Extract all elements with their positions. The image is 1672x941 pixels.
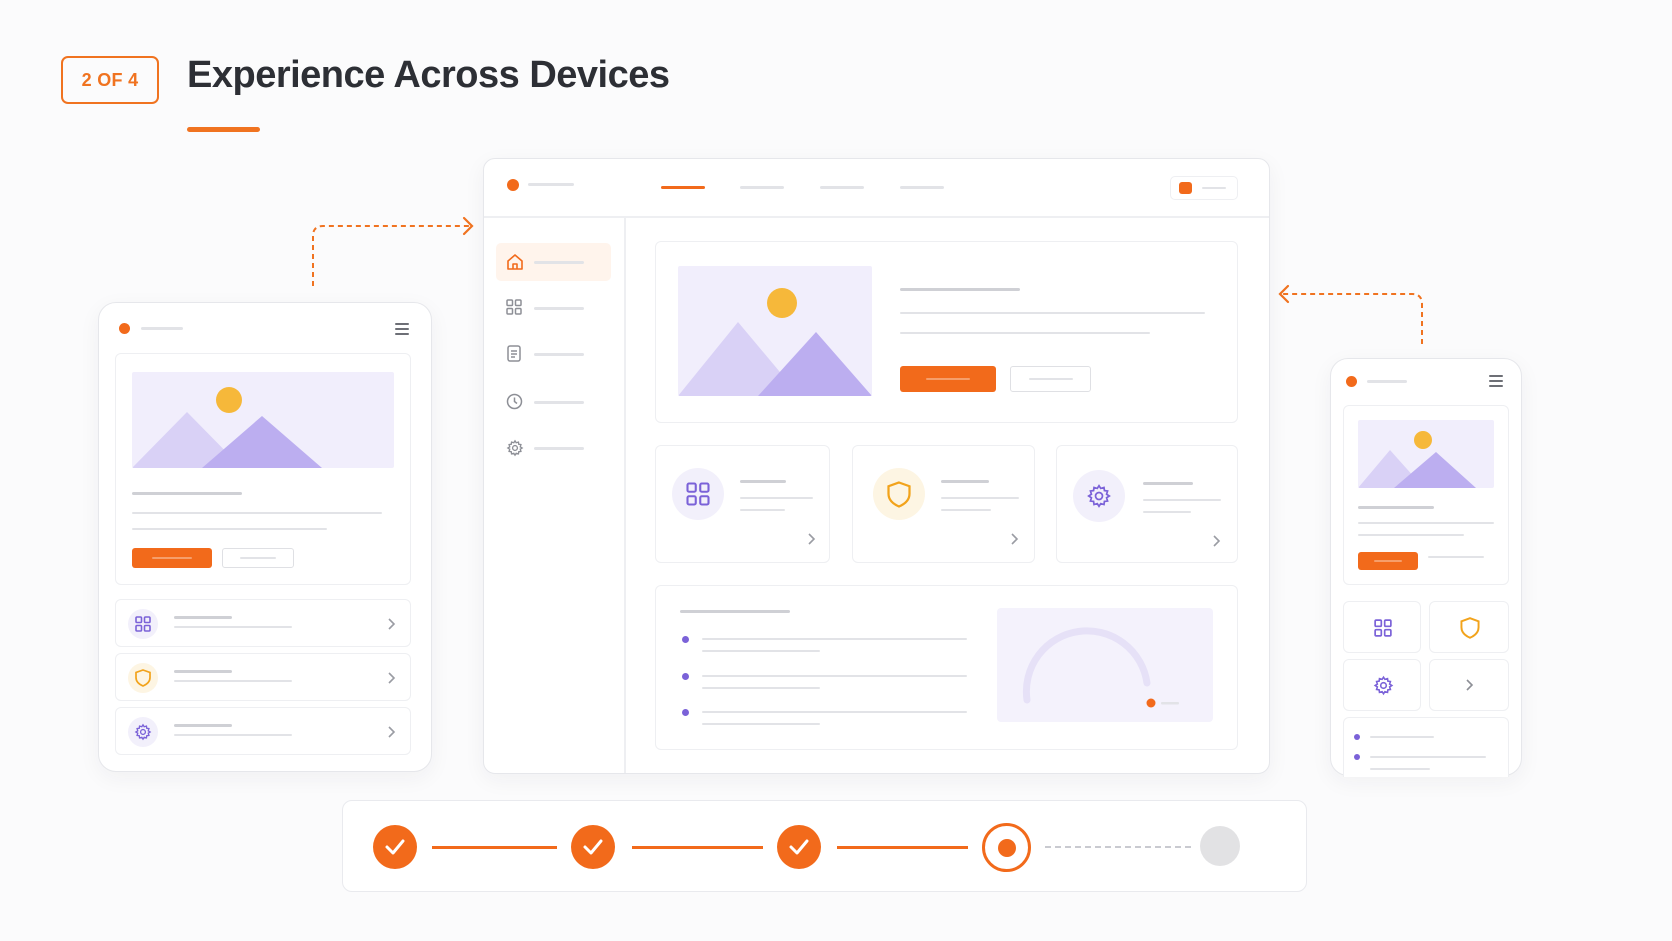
nav-tab[interactable] bbox=[820, 186, 864, 189]
step-5-upcoming[interactable] bbox=[1200, 826, 1240, 866]
arrow-right-icon bbox=[462, 216, 474, 236]
feature-card[interactable] bbox=[655, 445, 830, 563]
grid-icon bbox=[686, 482, 710, 506]
list-item[interactable] bbox=[115, 707, 411, 755]
chevron-right-icon bbox=[1466, 679, 1474, 691]
phone-tile[interactable] bbox=[1343, 601, 1421, 653]
nav-tab[interactable] bbox=[900, 186, 944, 189]
progress-stepper bbox=[342, 800, 1307, 892]
title-underline bbox=[187, 127, 260, 132]
tablet-secondary-button[interactable] bbox=[222, 548, 294, 568]
sidebar-item-settings[interactable] bbox=[496, 429, 611, 467]
shield-icon bbox=[1460, 617, 1480, 639]
image-icon bbox=[1358, 420, 1494, 488]
desktop-hero-card bbox=[655, 241, 1238, 423]
phone-logo-dot bbox=[1346, 376, 1357, 387]
page-title: Experience Across Devices bbox=[187, 54, 670, 96]
image-icon bbox=[132, 372, 394, 468]
phone-tile[interactable] bbox=[1429, 659, 1509, 711]
grid-icon bbox=[506, 299, 522, 315]
chevron-right-icon bbox=[388, 726, 396, 738]
gear-icon bbox=[134, 723, 152, 741]
tablet-primary-button[interactable] bbox=[132, 548, 212, 568]
phone-primary-button[interactable] bbox=[1358, 552, 1418, 570]
chevron-right-icon bbox=[388, 618, 396, 630]
desktop-device bbox=[483, 158, 1270, 774]
sidebar-item-history[interactable] bbox=[496, 383, 611, 421]
feature-card[interactable] bbox=[852, 445, 1035, 563]
chevron-right-icon bbox=[808, 533, 816, 545]
shield-icon bbox=[135, 669, 151, 687]
sidebar-item-grid[interactable] bbox=[496, 289, 611, 327]
desktop-secondary-button[interactable] bbox=[1010, 366, 1091, 392]
grid-icon bbox=[135, 616, 151, 632]
clock-icon bbox=[506, 393, 523, 410]
sidebar-item-documents[interactable] bbox=[496, 335, 611, 373]
step-2-complete[interactable] bbox=[571, 825, 615, 869]
step-badge: 2 OF 4 bbox=[61, 56, 159, 104]
phone-device bbox=[1330, 358, 1522, 777]
tablet-logo-dot bbox=[119, 323, 130, 334]
nav-tab-active[interactable] bbox=[661, 186, 705, 189]
stats-card bbox=[655, 585, 1238, 750]
nav-tab[interactable] bbox=[740, 186, 784, 189]
feature-card[interactable] bbox=[1056, 445, 1238, 563]
gear-icon bbox=[1087, 484, 1111, 508]
menu-icon[interactable] bbox=[395, 323, 409, 338]
grid-icon bbox=[1374, 619, 1392, 637]
list-item[interactable] bbox=[115, 653, 411, 701]
avatar bbox=[1179, 182, 1192, 194]
gear-icon bbox=[1373, 675, 1394, 696]
image-icon bbox=[678, 266, 872, 396]
step-1-complete[interactable] bbox=[373, 825, 417, 869]
user-chip[interactable] bbox=[1170, 176, 1238, 200]
gear-icon bbox=[506, 439, 524, 457]
check-icon bbox=[583, 839, 603, 855]
check-icon bbox=[789, 839, 809, 855]
chevron-right-icon bbox=[388, 672, 396, 684]
arrow-left-icon bbox=[1278, 284, 1290, 304]
step-3-complete[interactable] bbox=[777, 825, 821, 869]
desktop-primary-button[interactable] bbox=[900, 366, 996, 392]
document-icon bbox=[507, 345, 521, 362]
gauge-chart bbox=[1022, 627, 1179, 708]
chevron-right-icon bbox=[1213, 535, 1221, 547]
phone-list-card bbox=[1343, 717, 1509, 777]
sidebar-item-home[interactable] bbox=[496, 243, 611, 281]
phone-hero-card bbox=[1343, 405, 1509, 585]
menu-icon[interactable] bbox=[1489, 375, 1503, 390]
desktop-logo-dot bbox=[507, 179, 519, 191]
check-icon bbox=[385, 839, 405, 855]
shield-icon bbox=[887, 480, 911, 508]
gauge-panel bbox=[997, 608, 1213, 722]
tablet-device bbox=[98, 302, 432, 772]
list-item[interactable] bbox=[115, 599, 411, 647]
chevron-right-icon bbox=[1011, 533, 1019, 545]
phone-tile[interactable] bbox=[1429, 601, 1509, 653]
step-4-current[interactable] bbox=[982, 823, 1031, 872]
tablet-hero-card bbox=[115, 353, 411, 585]
phone-tile[interactable] bbox=[1343, 659, 1421, 711]
home-icon bbox=[507, 254, 523, 270]
